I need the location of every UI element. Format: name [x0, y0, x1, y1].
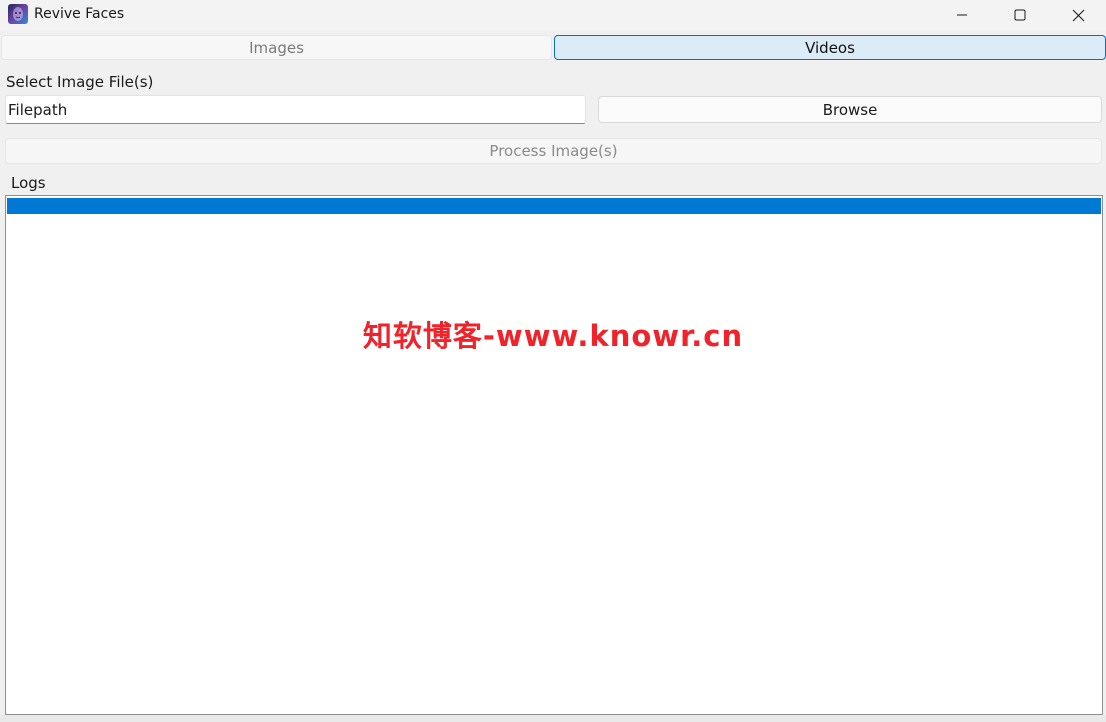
filepath-input[interactable]	[5, 95, 586, 124]
logs-label: Logs	[11, 174, 46, 192]
select-image-label: Select Image File(s)	[6, 73, 154, 91]
window-title: Revive Faces	[34, 6, 125, 22]
browse-button[interactable]: Browse	[598, 96, 1102, 123]
minimize-icon	[957, 14, 967, 16]
maximize-button[interactable]	[991, 0, 1049, 30]
bottom-edge	[0, 715, 1106, 722]
log-row-selected[interactable]	[7, 198, 1101, 214]
close-icon	[1072, 9, 1084, 21]
watermark-text: 知软博客-www.knowr.cn	[362, 319, 744, 353]
maximize-icon	[1014, 9, 1026, 21]
minimize-button[interactable]	[933, 0, 991, 30]
close-button[interactable]	[1049, 0, 1106, 30]
tab-videos[interactable]: Videos	[554, 35, 1106, 60]
app-face-icon	[8, 4, 28, 24]
title-bar: Revive Faces	[0, 0, 1106, 30]
tab-images[interactable]: Images	[1, 35, 552, 60]
logs-list[interactable]	[5, 195, 1103, 715]
process-images-button[interactable]: Process Image(s)	[5, 138, 1102, 164]
